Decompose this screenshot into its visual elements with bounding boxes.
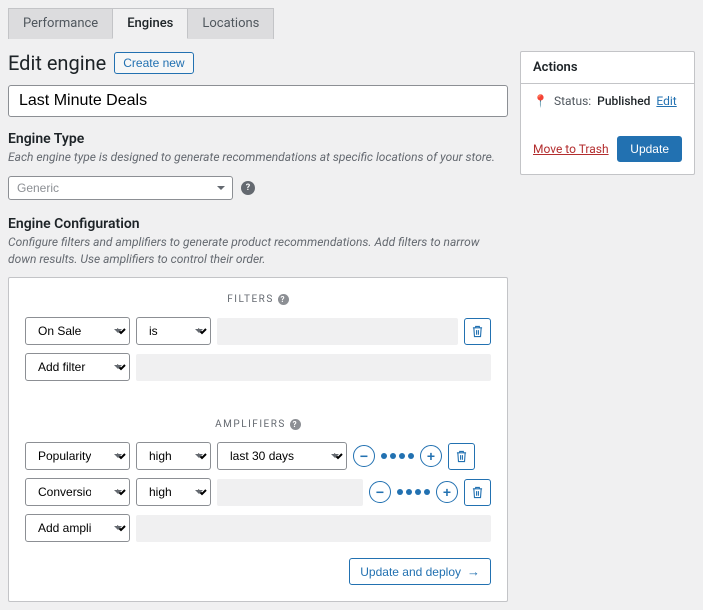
engine-type-desc: Each engine type is designed to generate… (8, 149, 508, 166)
update-button[interactable]: Update (617, 136, 682, 162)
weight-dots (397, 489, 430, 495)
amplifier-row: Popularity high to low last 30 days − + (25, 442, 491, 470)
config-box: FILTERS ? On Sale is Add filter AMPLIFIE… (8, 277, 508, 602)
page-title: Edit engine (8, 51, 106, 75)
minus-icon: − (376, 485, 384, 499)
tab-performance[interactable]: Performance (8, 8, 113, 39)
add-amplifier-row: Add amplifier (25, 514, 491, 542)
plus-icon: + (443, 485, 451, 499)
help-icon[interactable]: ? (278, 294, 289, 305)
actions-panel: Actions 📍 Status: Published Edit Move to… (520, 51, 695, 175)
filter-placeholder (136, 354, 491, 381)
status-row: 📍 Status: Published Edit (533, 94, 682, 108)
amp-placeholder (136, 515, 491, 542)
arrow-right-icon: → (467, 564, 480, 579)
trash-icon (456, 450, 467, 463)
engine-type-heading: Engine Type (8, 131, 508, 147)
decrease-weight-button[interactable]: − (353, 445, 375, 467)
engine-config-desc: Configure filters and amplifiers to gene… (8, 234, 508, 268)
minus-icon: − (360, 449, 368, 463)
filters-subheader: FILTERS ? (25, 294, 491, 305)
trash-icon (472, 325, 483, 338)
add-amplifier-select[interactable]: Add amplifier (25, 514, 130, 542)
edit-status-link[interactable]: Edit (656, 94, 676, 108)
amp-field-select[interactable]: Conversion Rate (25, 478, 130, 506)
help-icon[interactable]: ? (290, 419, 301, 430)
engine-name-input[interactable] (8, 85, 508, 117)
weight-dots (381, 453, 414, 459)
amp-placeholder (217, 479, 363, 506)
actions-heading: Actions (521, 52, 694, 84)
engine-config-heading: Engine Configuration (8, 216, 508, 232)
filter-op-select[interactable]: is (136, 317, 211, 345)
help-icon[interactable]: ? (241, 181, 255, 195)
trash-icon (472, 486, 483, 499)
decrease-weight-button[interactable]: − (369, 481, 391, 503)
add-filter-row: Add filter (25, 353, 491, 381)
delete-amplifier-button[interactable] (464, 479, 491, 506)
amp-dir-select[interactable]: high to low (136, 442, 211, 470)
filter-value-placeholder (217, 318, 458, 345)
filter-field-select[interactable]: On Sale (25, 317, 130, 345)
amp-period-select[interactable]: last 30 days (217, 442, 347, 470)
filter-row: On Sale is (25, 317, 491, 345)
tabs: Performance Engines Locations (0, 0, 703, 39)
amplifier-row: Conversion Rate high to low − + (25, 478, 491, 506)
create-new-button[interactable]: Create new (114, 52, 193, 74)
delete-filter-button[interactable] (464, 318, 491, 345)
amp-field-select[interactable]: Popularity (25, 442, 130, 470)
plus-icon: + (427, 449, 435, 463)
pin-icon: 📍 (533, 94, 548, 108)
amp-dir-select[interactable]: high to low (136, 478, 211, 506)
tab-engines[interactable]: Engines (112, 8, 188, 39)
update-deploy-button[interactable]: Update and deploy → (349, 558, 491, 585)
move-to-trash-link[interactable]: Move to Trash (533, 142, 609, 156)
increase-weight-button[interactable]: + (420, 445, 442, 467)
engine-type-select[interactable]: Generic (8, 176, 233, 200)
delete-amplifier-button[interactable] (448, 443, 475, 470)
increase-weight-button[interactable]: + (436, 481, 458, 503)
tab-locations[interactable]: Locations (187, 8, 274, 39)
add-filter-select[interactable]: Add filter (25, 353, 130, 381)
amplifiers-subheader: AMPLIFIERS ? (25, 419, 491, 430)
